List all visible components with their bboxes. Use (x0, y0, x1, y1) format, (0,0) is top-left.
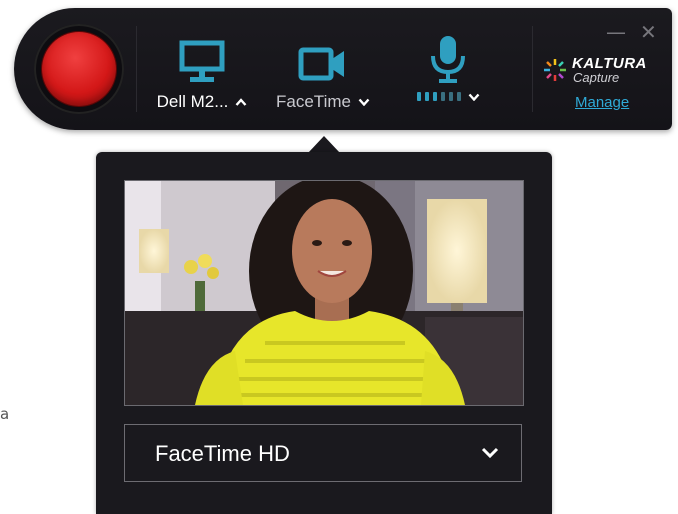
mic-level-bar (424, 92, 429, 101)
manage-link[interactable]: Manage (575, 94, 629, 111)
camera-source-label: FaceTime (276, 92, 351, 111)
minimize-button[interactable]: — (606, 20, 626, 44)
mic-level-bar (432, 92, 437, 101)
close-button[interactable]: ✕ (640, 20, 657, 44)
chevron-down-icon (468, 93, 479, 101)
camera-popover: FaceTime HD (96, 152, 552, 514)
kaltura-burst-icon (544, 59, 566, 81)
audio-source-selector[interactable] (398, 32, 498, 116)
selected-camera-label: FaceTime HD (155, 441, 290, 466)
chevron-up-icon (235, 98, 247, 106)
record-button[interactable] (42, 32, 116, 106)
mic-level-meter (416, 92, 461, 101)
webcam-preview-image (124, 180, 524, 406)
mic-level-bar (440, 92, 445, 101)
monitor-icon (152, 32, 252, 84)
microphone-icon (398, 32, 498, 84)
video-camera-icon (268, 32, 378, 84)
capture-toolbar: Dell M2... FaceTime — ✕ KALTURA Capture … (14, 8, 672, 130)
brand-subtitle: Capture (573, 70, 620, 85)
record-button-ring (34, 24, 124, 114)
kaltura-logo: KALTURA Capture (542, 55, 652, 87)
camera-select-dropdown[interactable]: FaceTime HD (124, 424, 522, 482)
chevron-down-icon (358, 98, 370, 106)
divider (532, 26, 533, 112)
screen-source-selector[interactable]: Dell M2... (152, 32, 252, 116)
background-text: a (0, 405, 10, 423)
divider (136, 26, 137, 112)
mic-level-bar (448, 92, 453, 101)
mic-level-bar (416, 92, 421, 101)
screen-source-label: Dell M2... (156, 92, 229, 111)
popover-pointer (308, 136, 340, 153)
mic-level-bar (456, 92, 461, 101)
camera-source-selector[interactable]: FaceTime (268, 32, 378, 116)
chevron-down-icon (481, 447, 499, 459)
